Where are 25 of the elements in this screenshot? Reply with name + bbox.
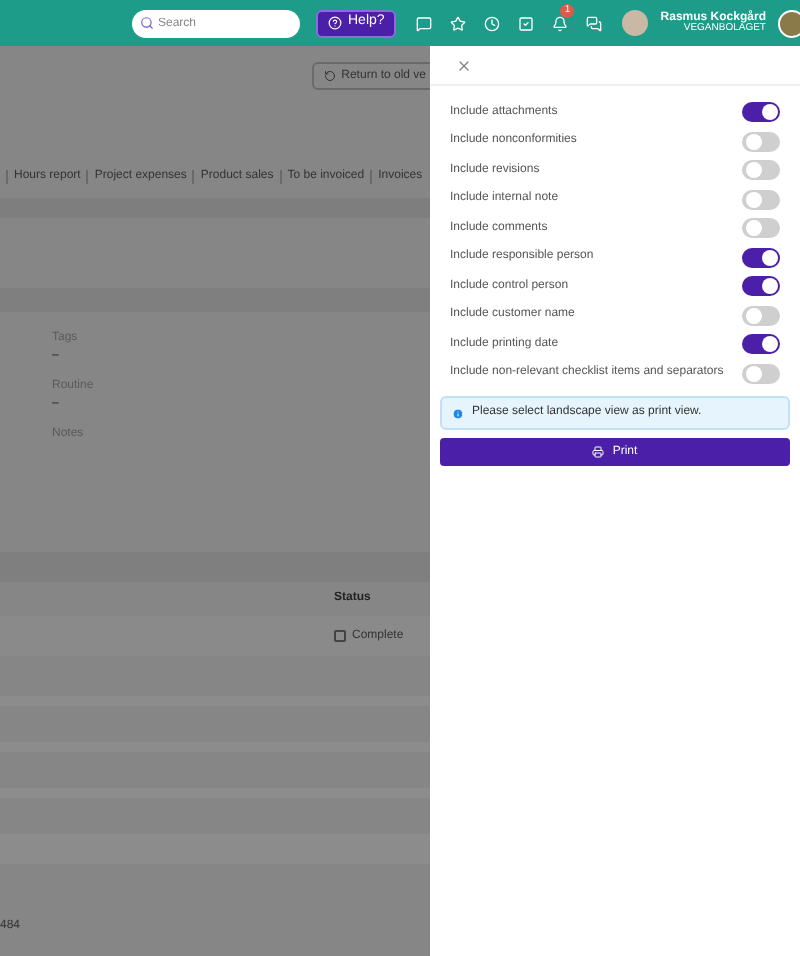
toggle-switch[interactable]	[742, 160, 780, 181]
question-icon	[328, 16, 342, 30]
search-icon	[140, 16, 154, 30]
close-icon[interactable]	[456, 57, 472, 73]
toggle-switch[interactable]	[742, 276, 780, 297]
toggle-switch[interactable]	[742, 131, 780, 152]
checkbox-icon[interactable]	[518, 15, 535, 31]
toggle-switch[interactable]	[742, 305, 780, 326]
toggle-switch[interactable]	[742, 218, 780, 239]
company-logo[interactable]	[777, 9, 800, 37]
toggle-switch[interactable]	[742, 102, 780, 123]
bell-icon[interactable]	[552, 15, 569, 31]
printer-icon	[592, 446, 605, 458]
clock-icon[interactable]	[484, 15, 501, 31]
undo-icon	[323, 70, 336, 82]
messages-icon[interactable]	[586, 15, 603, 31]
toggle-switch[interactable]	[742, 334, 780, 355]
checkbox[interactable]	[334, 630, 346, 642]
toggle-switch[interactable]	[742, 247, 780, 268]
toggle-switch[interactable]	[742, 189, 780, 210]
avatar[interactable]	[622, 10, 649, 36]
toggle-switch[interactable]	[742, 363, 780, 384]
info-icon	[452, 407, 464, 419]
star-icon[interactable]	[450, 15, 467, 31]
chat-icon[interactable]	[416, 15, 433, 31]
